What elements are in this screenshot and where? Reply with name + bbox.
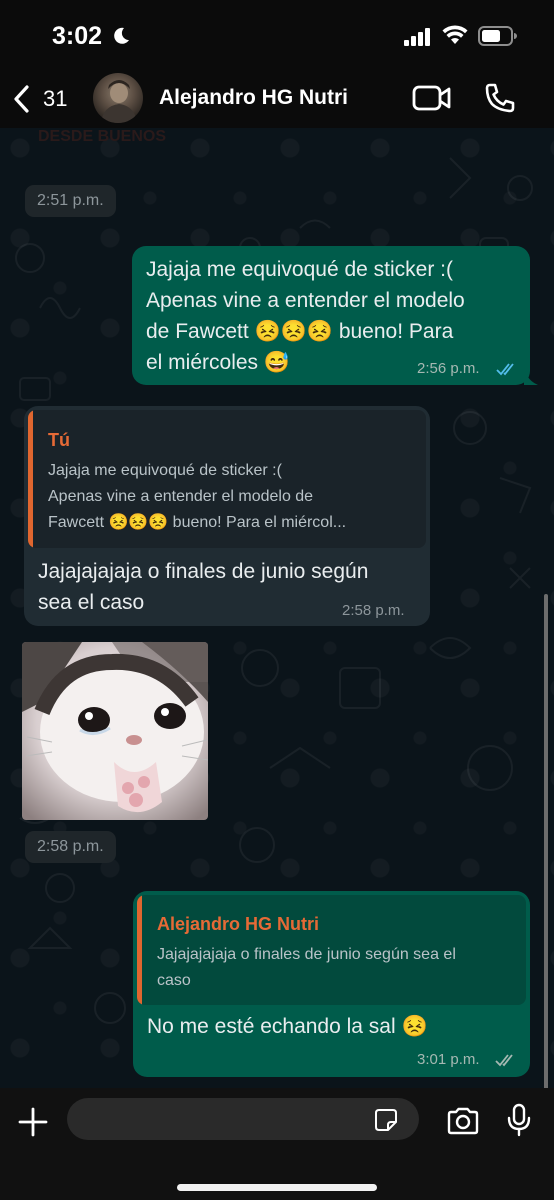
quote-line: Jajaja me equivoqué de sticker :( [48, 462, 282, 479]
quote-line: Apenas vine a entender el modelo de [48, 488, 314, 505]
moon-icon [114, 27, 129, 44]
crying-cat-image [22, 642, 208, 820]
contact-name[interactable]: Alejandro HG Nutri [159, 86, 348, 110]
date-time-separator: 2:51 p.m. [25, 185, 116, 217]
quote-accent-bar [28, 410, 33, 548]
message-line: el miércoles 😅 [146, 351, 291, 374]
date-time-separator: 2:58 p.m. [25, 831, 116, 863]
message-time: 3:01 p.m. [417, 1051, 480, 1068]
message-time: 2:56 p.m. [417, 360, 480, 377]
incoming-message[interactable]: Tú Jajaja me equivoqué de sticker :( Ape… [24, 406, 430, 626]
message-composer [0, 1088, 554, 1200]
quote-line: caso [157, 972, 191, 989]
message-line: No me esté echando la sal 😣 [147, 1015, 428, 1038]
quoted-message[interactable]: Tú Jajaja me equivoqué de sticker :( Ape… [28, 410, 426, 548]
chat-header: 31 Alejandro HG Nutri [0, 70, 554, 128]
quote-accent-bar [137, 895, 142, 1005]
chevron-left-icon[interactable] [10, 84, 34, 114]
status-bar: 3:02 [0, 0, 554, 70]
scrollbar[interactable] [544, 594, 548, 1088]
cellular-signal-icon [404, 28, 430, 46]
microphone-icon[interactable] [506, 1103, 532, 1137]
message-line: de Fawcett 😣😣😣 bueno! Para [146, 320, 454, 343]
message-time: 2:58 p.m. [342, 602, 405, 619]
message-line: Jajajajajaja o finales de junio según [38, 560, 369, 583]
video-call-icon[interactable] [412, 84, 452, 112]
message-input[interactable] [67, 1098, 419, 1140]
quoted-message[interactable]: Alejandro HG Nutri Jajajajajaja o finale… [137, 895, 526, 1005]
sticker-crying-cat[interactable] [22, 642, 208, 820]
battery-icon [478, 26, 517, 46]
outgoing-message[interactable]: Alejandro HG Nutri Jajajajajaja o finale… [133, 891, 530, 1077]
read-receipt-icon [496, 363, 514, 376]
quote-line: Fawcett 😣😣😣 bueno! Para el miércol... [48, 514, 347, 531]
quote-line: Jajajajajaja o finales de junio según se… [157, 946, 456, 963]
message-list[interactable]: DESDE BUENOS 2:51 p.m. Jajaja me equivoq… [0, 128, 554, 1088]
sticker-icon[interactable] [374, 1108, 398, 1132]
outgoing-message[interactable]: Jajaja me equivoqué de sticker :( Apenas… [132, 246, 538, 385]
back-unread-count[interactable]: 31 [43, 86, 67, 112]
quote-author: Tú [48, 430, 70, 450]
home-indicator[interactable] [177, 1184, 377, 1191]
camera-icon[interactable] [446, 1107, 480, 1135]
plus-icon[interactable] [17, 1106, 49, 1138]
faded-previous-text: DESDE BUENOS [38, 128, 167, 145]
avatar-photo [101, 80, 137, 123]
phone-call-icon[interactable] [484, 82, 516, 114]
wifi-icon [442, 25, 468, 44]
quote-author: Alejandro HG Nutri [157, 914, 320, 934]
avatar[interactable] [93, 73, 143, 123]
message-line: sea el caso [38, 591, 145, 614]
message-line: Jajaja me equivoqué de sticker :( [146, 258, 453, 281]
delivered-receipt-icon [495, 1054, 513, 1067]
message-line: Apenas vine a entender el modelo [146, 289, 465, 312]
status-time: 3:02 [52, 22, 103, 50]
bubble-tail [524, 366, 538, 385]
